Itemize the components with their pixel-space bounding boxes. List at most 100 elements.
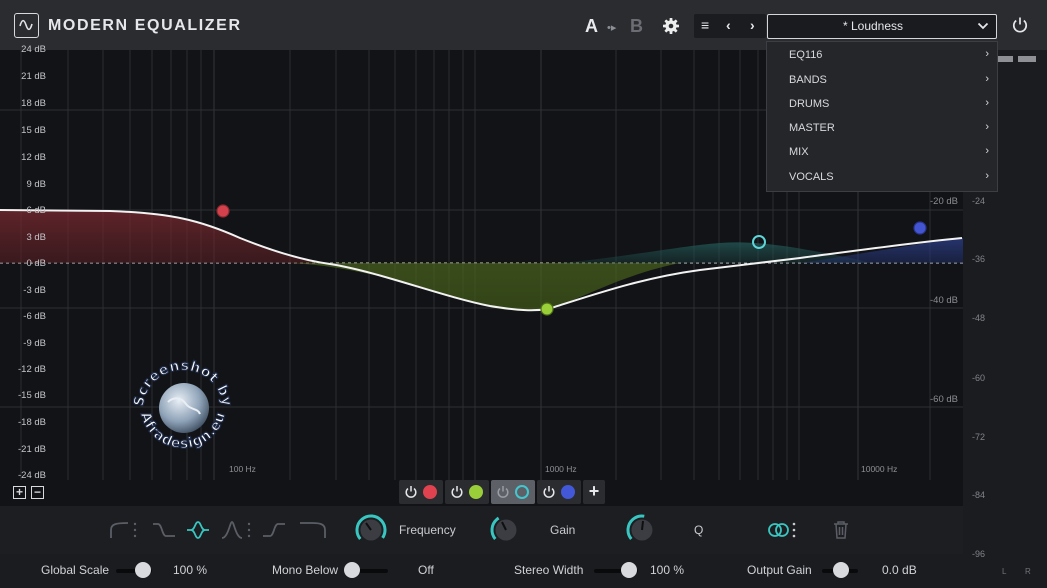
band-4-node[interactable] [913,221,927,235]
zoom-in-button[interactable]: + [13,486,26,499]
zoom-out-button[interactable]: − [31,486,44,499]
mono-below-value: Off [418,563,434,577]
stereo-width-value: 100 % [650,563,685,577]
q-label: Q [694,523,704,537]
band-2-node[interactable] [540,302,554,316]
gear-icon[interactable] [662,17,680,35]
db-label: -15 dB [18,390,46,401]
band-power-icon[interactable] [450,485,464,499]
notch-shape-icon[interactable] [221,520,253,540]
gain-knob[interactable] [489,513,523,547]
db-label: 0 dB [26,258,46,269]
band-3-select-button[interactable] [491,480,535,504]
watermark-stamp: Screenshot by Afradesign.eu [130,357,235,452]
db-label: -18 dB [18,417,46,428]
band-controls: Frequency Gain Q [0,506,963,554]
global-controls: Global Scale 100 % Mono Below Off Stereo… [0,554,963,588]
bell-shape-icon[interactable] [186,520,210,540]
preset-select[interactable]: * Loudness [767,14,997,39]
preset-menu-item-label: MIX [789,146,809,158]
global-scale-slider-thumb[interactable] [135,562,151,578]
band-1-fill [0,210,330,263]
q-knob[interactable] [625,513,659,547]
db-label: 12 dB [21,152,46,163]
band-color-dot [515,485,529,499]
spectrum-db-label: -60 dB [930,394,958,405]
chevron-right-icon: › [985,97,989,109]
db-label: -21 dB [18,444,46,455]
db-label: -3 dB [23,285,46,296]
preset-menu-item-label: MASTER [789,122,835,134]
ab-copy-arrow-icon[interactable]: •▸ [607,21,616,34]
preset-next-button[interactable]: › [750,17,755,33]
band-power-icon[interactable] [542,485,556,499]
meter-scale-label: -36 [971,254,985,264]
add-band-button[interactable]: + [583,480,605,504]
freq-label: 1000 Hz [545,464,577,474]
db-label: 18 dB [21,98,46,109]
ab-slot-b-button[interactable]: B [630,16,643,37]
stereo-mode-icon[interactable] [767,520,799,540]
gain-label: Gain [550,523,576,537]
db-label: 15 dB [21,125,46,136]
band-2-select-button[interactable] [445,480,489,504]
band-power-icon[interactable] [496,485,510,499]
chevron-down-icon [977,22,989,30]
preset-menu-item-label: EQ116 [789,49,823,61]
meter-peak-right [1018,56,1036,62]
meter-channel-left-label: L [1002,567,1007,576]
db-label: -9 dB [23,338,46,349]
mono-below-slider-thumb[interactable] [344,562,360,578]
band-1-select-button[interactable] [399,480,443,504]
chevron-right-icon: › [985,121,989,133]
freq-label: 100 Hz [229,464,256,474]
chevron-right-icon: › [985,145,989,157]
output-gain-label: Output Gain [747,563,812,577]
output-gain-slider-thumb[interactable] [833,562,849,578]
preset-menu-icon[interactable]: ≡ [701,17,709,33]
preset-select-value: * Loudness [842,19,904,33]
spectrum-db-label: -20 dB [930,196,958,207]
freq-label: 10000 Hz [861,464,898,474]
low-shelf-shape-icon[interactable] [152,520,176,540]
db-label: -6 dB [23,311,46,322]
app-title: MODERN EQUALIZER [48,17,242,34]
db-label: -24 dB [18,470,46,481]
preset-menu-item[interactable]: MIX › [767,140,997,164]
preset-menu-item[interactable]: MASTER › [767,116,997,140]
preset-menu-item[interactable]: VOCALS › [767,165,997,189]
preset-menu-item[interactable]: BANDS › [767,68,997,92]
band-color-dot [561,485,575,499]
db-label: 21 dB [21,71,46,82]
band-power-icon[interactable] [404,485,418,499]
preset-menu-item[interactable]: EQ116 › [767,43,997,67]
stereo-width-slider-thumb[interactable] [621,562,637,578]
app-logo-icon [14,13,39,38]
global-scale-label: Global Scale [41,563,110,577]
db-label: 9 dB [26,179,46,190]
frequency-knob[interactable] [354,513,388,547]
ab-slot-a-button[interactable]: A [585,16,598,37]
band-4-select-button[interactable] [537,480,581,504]
band-color-dot [469,485,483,499]
band-selector: + [399,480,607,506]
chevron-right-icon: › [985,170,989,182]
preset-menu-item[interactable]: DRUMS › [767,92,997,116]
chevron-right-icon: › [985,48,989,60]
meter-scale-label: -24 [971,196,985,206]
high-cut-shape-icon[interactable] [298,520,328,540]
high-shelf-shape-icon[interactable] [262,520,286,540]
meter-channel-right-label: R [1025,567,1031,576]
trash-icon[interactable] [832,520,850,540]
global-scale-value: 100 % [173,563,208,577]
band-1-node[interactable] [216,204,230,218]
stereo-width-label: Stereo Width [514,563,584,577]
preset-nav: ≡ ‹ › [694,14,766,38]
preset-dropdown-menu: EQ116 › BANDS › DRUMS › MASTER › MIX › VOCALS › [766,41,998,192]
meter-scale-label: -72 [971,432,985,442]
low-cut-shape-icon[interactable] [108,520,138,540]
plugin-power-icon[interactable] [1011,16,1029,34]
db-label: 24 dB [21,44,46,55]
preset-prev-button[interactable]: ‹ [726,17,731,33]
spectrum-db-label: -40 dB [930,295,958,306]
